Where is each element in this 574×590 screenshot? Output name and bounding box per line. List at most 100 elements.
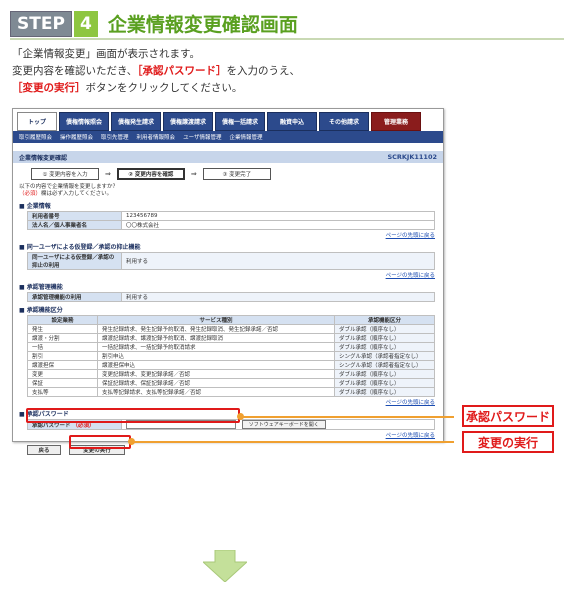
down-arrow-icon [203, 550, 247, 582]
table-row: 保証 保証記録請求、保証記録承諾／否認 ダブル承認（順序なし） [27, 378, 435, 388]
submenu-transaction-history[interactable]: 取引履歴照会 [19, 133, 52, 141]
menu-tab-credit-inquiry[interactable]: 債権情報照会 [59, 112, 109, 131]
back-button[interactable]: 戻る [27, 445, 61, 455]
flow-arrow-icon: ⇒ [105, 170, 111, 178]
table-row: 承認管理機能の利用 利用する [27, 292, 435, 302]
field-label: 法人名／個人事業者名 [27, 220, 122, 230]
exec-highlight-box [69, 435, 131, 449]
note-line-1: 以下の内容で企業情報を変更しますか？ [19, 184, 119, 190]
screenshot-frame: トップ 債権情報照会 債権発生請求 債権譲渡請求 債権一括請求 融資申込 その他… [12, 108, 444, 455]
table-cell: 発生 [27, 324, 98, 334]
desc-line-3: ［変更の実行］ボタンをクリックしてください。 [12, 80, 300, 97]
table-row: 利用者番号 123456789 [27, 211, 435, 221]
field-value: 〇〇株式会社 [121, 220, 435, 230]
table-cell: ダブル承認（順序なし） [334, 333, 435, 343]
note-line-2: （必須）欄は必ず入力してください。 [19, 191, 443, 198]
table-cell: ダブル承認（順序なし） [334, 378, 435, 388]
section-same-user-restriction: 同一ユーザによる仮登録／承認の抑止機能 [19, 242, 443, 251]
screen-code: SCRKJK11102 [387, 153, 437, 161]
table-cell: シングル承認（承認者指定なし） [334, 351, 435, 361]
field-label: 利用者番号 [27, 211, 122, 221]
sub-menu: 取引履歴照会 操作履歴照会 取引先管理 利用者情報照会 ユーザ情報管理 企業情報… [13, 131, 443, 143]
column-header: サービス種別 [97, 315, 335, 325]
table-cell: 支払等記録請求、支払等記録承諾／否認 [97, 387, 335, 397]
menu-tab-bulk-request[interactable]: 債権一括請求 [215, 112, 265, 131]
table-row: 譲渡・分割 譲渡記録請求、譲渡記録予約取消、譲渡記録取消 ダブル承認（順序なし） [27, 333, 435, 343]
step-label: STEP [10, 10, 72, 37]
submenu-partner-management[interactable]: 取引先管理 [101, 133, 129, 141]
table-cell: ダブル承認（順序なし） [334, 324, 435, 334]
section-approval-classification: 承認機能区分 [19, 305, 443, 314]
flow-step-complete: ③ 変更完了 [202, 168, 271, 180]
company-info-table: 利用者番号 123456789 法人名／個人事業者名 〇〇株式会社 [27, 211, 435, 230]
step-header: STEP 4 企業情報変更確認画面 [10, 10, 298, 37]
software-keyboard-button[interactable]: ソフトウェアキーボードを開く [241, 420, 326, 429]
table-cell: 変更記録請求、変更記録承諾／否認 [97, 369, 335, 379]
title-underline [10, 38, 564, 40]
menu-tab-transfer-request[interactable]: 債権譲渡請求 [163, 112, 213, 131]
table-cell: ダブル承認（順序なし） [334, 342, 435, 352]
table-cell: 保証記録請求、保証記録承諾／否認 [97, 378, 335, 388]
connector-line [240, 416, 454, 418]
password-required-mark: （必須） [72, 422, 95, 429]
flow-step-input: ① 変更内容を入力 [31, 168, 99, 180]
approval-management-table: 承認管理機能の利用 利用する [27, 292, 435, 302]
password-label-text: 承認パスワード [32, 422, 71, 429]
table-cell: 譲渡記録請求、譲渡記録予約取消、譲渡記録取消 [97, 333, 335, 343]
password-highlight-box [26, 408, 240, 423]
exec-callout: 変更の実行 [462, 431, 554, 453]
table-row: 譲渡担保 譲渡担保申込 シングル承認（承認者指定なし） [27, 360, 435, 370]
table-cell: ダブル承認（順序なし） [334, 387, 435, 397]
desc-exec-highlight: ［変更の実行］ [12, 82, 86, 94]
menu-tab-issue-request[interactable]: 債権発生請求 [111, 112, 161, 131]
step-flow: ① 変更内容を入力 ⇒ ② 変更内容を確認 ⇒ ③ 変更完了 [31, 168, 443, 180]
submenu-company-info-management[interactable]: 企業情報管理 [229, 133, 262, 141]
back-to-top-link[interactable]: ページの先頭に戻る [13, 271, 435, 279]
connector-line [131, 441, 454, 443]
menu-tab-other-request[interactable]: その他請求 [319, 112, 369, 131]
password-callout: 承認パスワード [462, 405, 554, 427]
table-cell: シングル承認（承認者指定なし） [334, 360, 435, 370]
step-number: 4 [73, 10, 98, 37]
table-row: 一括 一括記録請求、一括記録予約取消請求 ダブル承認（順序なし） [27, 342, 435, 352]
desc-line-2: 変更内容を確認いただき、［承認パスワード］を入力のうえ、 [12, 63, 300, 80]
table-row: 変更 変更記録請求、変更記録承諾／否認 ダブル承認（順序なし） [27, 369, 435, 379]
table-row: 割引 割引申込 シングル承認（承認者指定なし） [27, 351, 435, 361]
table-cell: 譲渡・分割 [27, 333, 98, 343]
menu-tab-financing[interactable]: 融資申込 [267, 112, 317, 131]
table-cell: 変更 [27, 369, 98, 379]
field-label: 承認管理機能の利用 [27, 292, 122, 302]
menu-tab-management[interactable]: 管理業務 [371, 112, 421, 131]
table-row: 同一ユーザによる仮登録／承認の抑止の利用 利用する [27, 252, 435, 270]
field-value: 利用する [121, 252, 435, 270]
table-cell: 支払等 [27, 387, 98, 397]
table-header-row: 設定業務 サービス種別 承認機能区分 [27, 315, 435, 325]
table-row: 発生 発生記録請求、発生記録予約取消、発生記録取消、発生記録承諾／否認 ダブル承認（… [27, 324, 435, 334]
main-menu: トップ 債権情報照会 債権発生請求 債権譲渡請求 債権一括請求 融資申込 その他… [13, 109, 443, 131]
flow-step-confirm: ② 変更内容を確認 [116, 168, 185, 180]
same-user-table: 同一ユーザによる仮登録／承認の抑止の利用 利用する [27, 252, 435, 270]
submenu-operation-history[interactable]: 操作履歴照会 [60, 133, 93, 141]
menu-tab-top[interactable]: トップ [17, 112, 57, 131]
field-value: 123456789 [121, 211, 435, 221]
submenu-user-info-inquiry[interactable]: 利用者情報照会 [137, 133, 176, 141]
confirm-note: 以下の内容で企業情報を変更しますか？ （必須）欄は必ず入力してください。 [19, 184, 443, 198]
desc-line-2a: 変更内容を確認いただき、 [12, 65, 138, 77]
screen-titlebar: 企業情報変更確認 SCRKJK11102 [13, 151, 443, 163]
table-cell: 譲渡担保 [27, 360, 98, 370]
desc-line-3b: ボタンをクリックしてください。 [85, 82, 243, 94]
back-to-top-link[interactable]: ページの先頭に戻る [13, 231, 435, 239]
desc-password-highlight: ［承認パスワード］ [137, 65, 227, 77]
field-value: 利用する [121, 292, 435, 302]
desc-line-1: 「企業情報変更」画面が表示されます。 [12, 48, 200, 60]
note-required-mark: （必須） [19, 191, 42, 197]
table-cell: 譲渡担保申込 [97, 360, 335, 370]
approval-classification-table: 設定業務 サービス種別 承認機能区分 発生 発生記録請求、発生記録予約取消、発生記… [27, 315, 435, 397]
table-row: 法人名／個人事業者名 〇〇株式会社 [27, 220, 435, 230]
submenu-user-info-management[interactable]: ユーザ情報管理 [183, 133, 221, 141]
back-to-top-link[interactable]: ページの先頭に戻る [13, 398, 435, 406]
instruction-text: 「企業情報変更」画面が表示されます。 変更内容を確認いただき、［承認パスワード］… [12, 46, 300, 97]
table-cell: 割引申込 [97, 351, 335, 361]
desc-line-2b: を入力のうえ、 [226, 65, 301, 77]
screen-title: 企業情報変更確認 [19, 154, 68, 162]
